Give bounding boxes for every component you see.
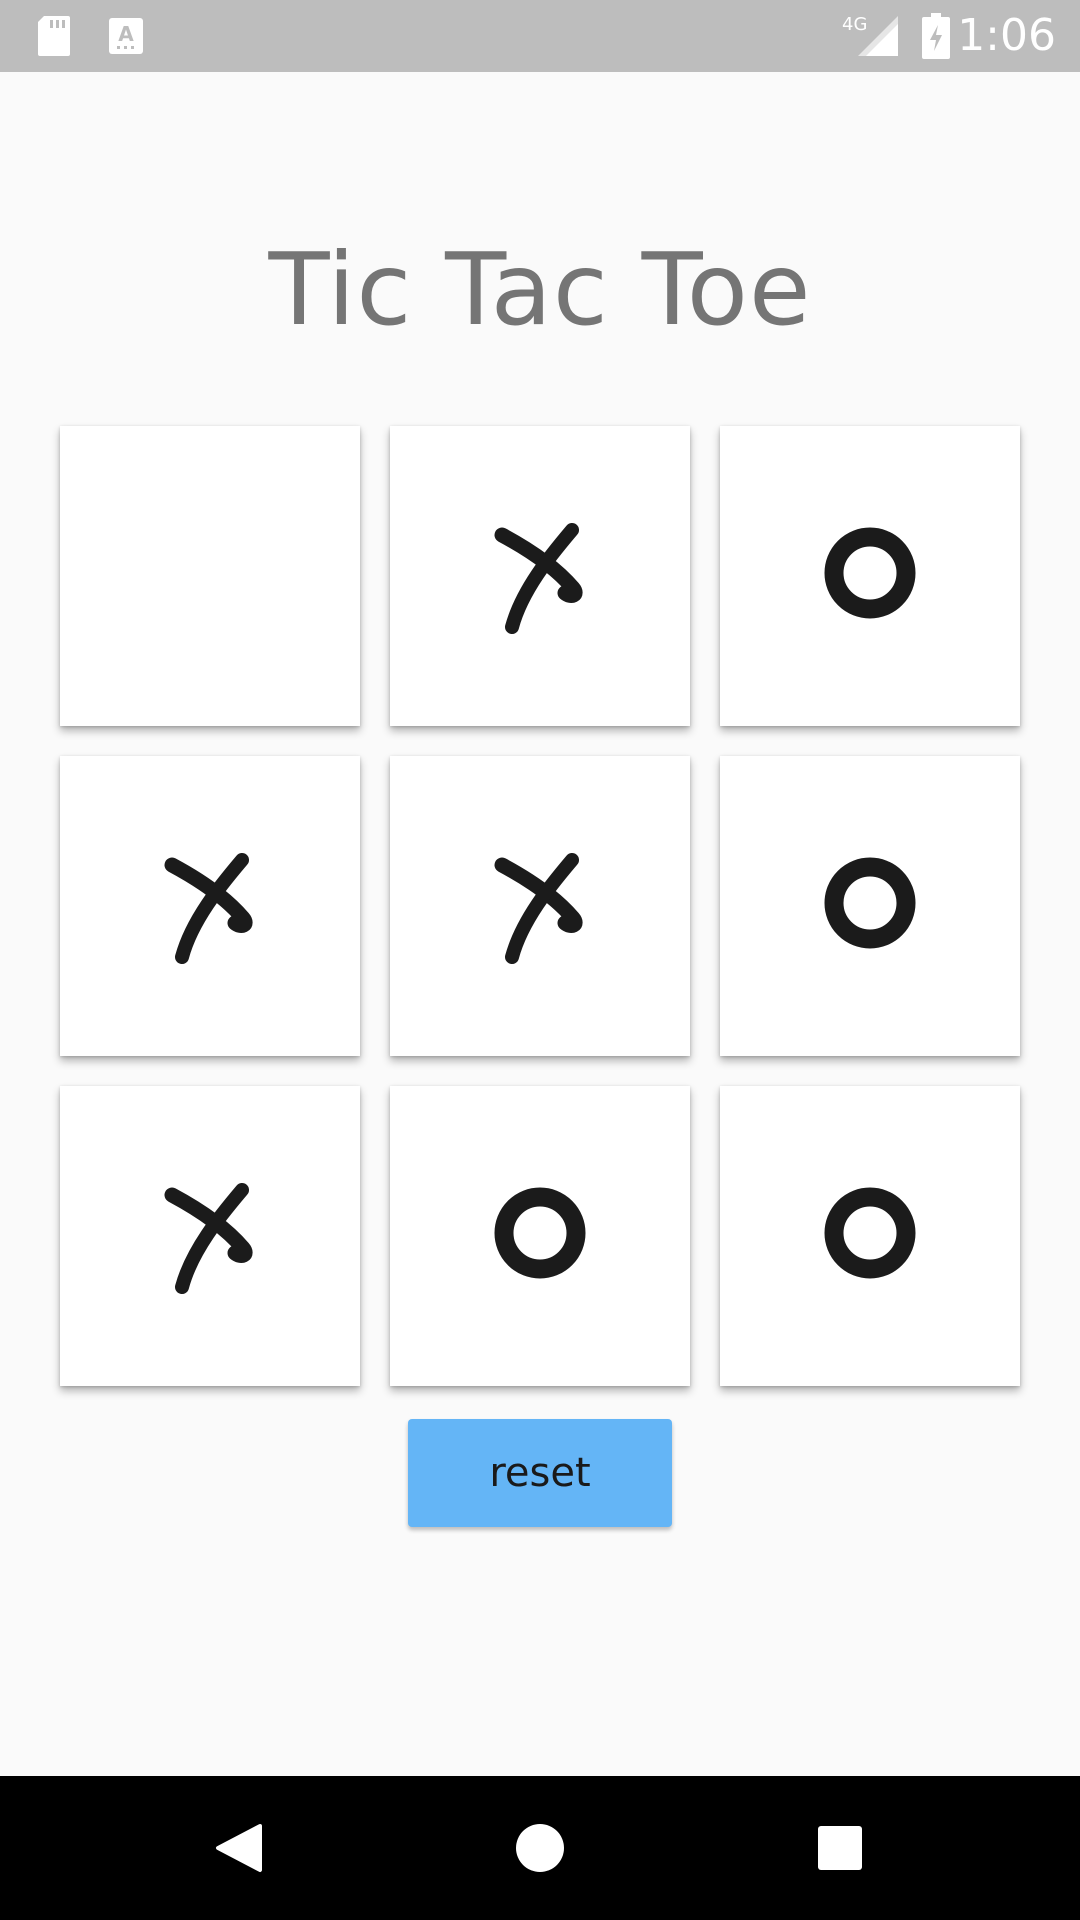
o-mark-icon [824, 857, 916, 949]
recents-icon[interactable] [770, 1776, 910, 1920]
network-type-label: 4G [842, 14, 867, 35]
svg-text:A: A [118, 22, 134, 46]
battery-charging-icon [918, 0, 954, 72]
clock: 1:06 [957, 10, 1056, 61]
x-mark-icon [494, 523, 583, 634]
x-mark-icon [164, 853, 253, 964]
o-mark-icon [824, 1187, 916, 1279]
board-cell-1-2[interactable] [390, 426, 690, 726]
text-a-icon: A [104, 0, 148, 72]
signal-icon: 4G [842, 0, 902, 72]
board-cell-1-3[interactable] [720, 426, 1020, 726]
board-cell-1-1[interactable] [60, 426, 360, 726]
x-mark-icon [494, 853, 583, 964]
game-board [60, 426, 1020, 1386]
o-mark-icon [824, 527, 916, 619]
home-icon[interactable] [470, 1776, 610, 1920]
board-cell-3-1[interactable] [60, 1086, 360, 1386]
board-cell-3-2[interactable] [390, 1086, 690, 1386]
x-mark-icon [164, 1183, 253, 1294]
status-bar: A 4G 1:06 [0, 0, 1080, 72]
sd-card-icon [34, 0, 74, 72]
reset-button[interactable]: reset [408, 1419, 672, 1527]
navigation-bar [0, 1776, 1080, 1920]
page-title: Tic Tac Toe [268, 231, 812, 348]
back-icon[interactable] [170, 1776, 310, 1920]
board-cell-2-1[interactable] [60, 756, 360, 1056]
o-mark-icon [494, 1187, 586, 1279]
board-cell-2-3[interactable] [720, 756, 1020, 1056]
board-cell-3-3[interactable] [720, 1086, 1020, 1386]
board-cell-2-2[interactable] [390, 756, 690, 1056]
